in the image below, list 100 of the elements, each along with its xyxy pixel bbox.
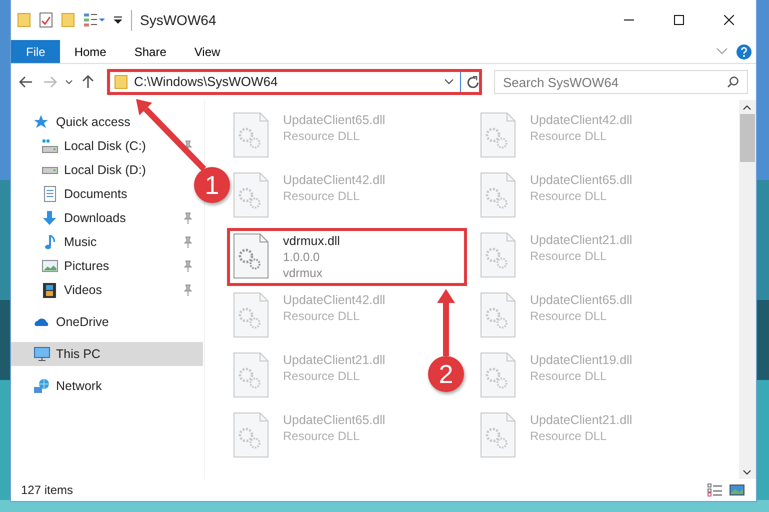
- file-name: UpdateClient21.dll: [283, 352, 386, 368]
- dll-file-icon: [233, 172, 269, 218]
- file-name: UpdateClient21.dll: [530, 232, 632, 248]
- file-name: UpdateClient19.dll: [530, 352, 632, 368]
- file-detail: Resource DLL: [530, 128, 608, 144]
- expand-ribbon-icon[interactable]: [716, 48, 728, 55]
- nav-label: Network: [56, 378, 102, 395]
- file-detail: Resource DLL: [283, 308, 361, 324]
- file-item[interactable]: vdrmux.dll 1.0.0.0 vdrmux: [227, 228, 467, 286]
- folder-icon: [114, 75, 128, 89]
- file-detail: 1.0.0.0: [283, 249, 321, 265]
- dll-file-icon: [233, 112, 269, 158]
- nav-item[interactable]: Pictures: [11, 254, 195, 278]
- properties-icon[interactable]: [39, 12, 53, 28]
- file-name: vdrmux.dll: [283, 233, 340, 249]
- dll-file-icon: [480, 412, 516, 458]
- window-title: SysWOW64: [131, 10, 216, 30]
- nav-item[interactable]: Music: [11, 230, 195, 254]
- pin-icon[interactable]: [183, 260, 193, 272]
- nav-label: Downloads: [64, 210, 126, 227]
- dll-file-icon: [233, 352, 269, 398]
- file-detail: Resource DLL: [530, 308, 608, 324]
- network-icon: [34, 379, 49, 393]
- close-icon: [724, 15, 734, 25]
- recent-locations-icon[interactable]: [65, 80, 73, 84]
- nav-item[interactable]: Quick access: [11, 110, 195, 134]
- file-name: UpdateClient42.dll: [530, 112, 632, 128]
- dll-file-icon: [233, 233, 269, 279]
- star-icon: [33, 114, 50, 130]
- pin-icon[interactable]: [183, 236, 193, 248]
- nav-item[interactable]: OneDrive: [11, 310, 195, 334]
- music-note-icon: [44, 234, 54, 250]
- nav-item[interactable]: Network: [11, 374, 195, 398]
- download-icon: [43, 211, 56, 225]
- maximize-icon: [674, 15, 684, 25]
- file-name: UpdateClient42.dll: [283, 292, 386, 308]
- nav-label: Music: [64, 234, 97, 251]
- pin-icon[interactable]: [183, 284, 193, 296]
- scrollbar-thumb[interactable]: [740, 114, 755, 162]
- picture-icon: [42, 260, 58, 272]
- file-detail: vdrmux: [283, 265, 324, 281]
- file-name: UpdateClient65.dll: [283, 112, 386, 128]
- file-name: UpdateClient65.dll: [530, 172, 632, 188]
- search-field[interactable]: Search SysWOW64: [494, 70, 748, 94]
- nav-label: Documents: [64, 186, 128, 203]
- nav-item[interactable]: Videos: [11, 278, 195, 302]
- customize-dropdown-icon[interactable]: [113, 16, 123, 24]
- file-name: UpdateClient42.dll: [283, 172, 386, 188]
- film-icon: [43, 282, 56, 298]
- nav-label: This PC: [56, 346, 100, 363]
- ribbon-tab[interactable]: Home: [60, 40, 120, 63]
- file-detail: Resource DLL: [283, 368, 361, 384]
- file-menu-button[interactable]: File: [11, 40, 60, 63]
- arrow: [437, 289, 455, 356]
- dll-file-icon: [480, 352, 516, 398]
- view-menu-icon[interactable]: [83, 13, 105, 27]
- ribbon-tab[interactable]: Share: [120, 40, 180, 63]
- file-name: UpdateClient65.dll: [283, 412, 386, 428]
- scrollbar[interactable]: [739, 100, 756, 479]
- file-detail: Resource DLL: [530, 428, 608, 444]
- pin-icon[interactable]: [183, 212, 193, 224]
- nav-label: Local Disk (D:): [64, 162, 146, 179]
- ribbon-tab[interactable]: View: [180, 40, 234, 63]
- dll-file-icon: [233, 292, 269, 338]
- address-bar[interactable]: C:\Windows\SysWOW64: [107, 69, 482, 95]
- computer-icon: [34, 347, 50, 361]
- file-detail: Resource DLL: [283, 128, 361, 144]
- file-detail: Resource DLL: [283, 188, 361, 204]
- dll-file-icon: [480, 232, 516, 278]
- nav-item[interactable]: Local Disk (D:): [11, 158, 195, 182]
- file-name: UpdateClient21.dll: [530, 412, 632, 428]
- dll-file-icon: [480, 112, 516, 158]
- scroll-up-icon[interactable]: [743, 105, 751, 110]
- scroll-down-icon[interactable]: [743, 470, 751, 475]
- file-detail: Resource DLL: [530, 368, 608, 384]
- nav-item[interactable]: This PC: [11, 342, 203, 366]
- minimize-icon: [624, 19, 634, 21]
- dropdown-icon[interactable]: [444, 79, 454, 85]
- nav-label: Videos: [64, 282, 102, 299]
- nav-item[interactable]: Documents: [11, 182, 195, 206]
- dll-file-icon: [480, 292, 516, 338]
- cloud-icon: [34, 318, 49, 326]
- nav-item[interactable]: Downloads: [11, 206, 195, 230]
- nav-label: OneDrive: [56, 314, 109, 331]
- search-icon[interactable]: [727, 76, 739, 88]
- file-name: UpdateClient65.dll: [530, 292, 632, 308]
- document-icon: [44, 186, 56, 202]
- file-detail: Resource DLL: [283, 428, 361, 444]
- nav-label: Quick access: [56, 114, 130, 131]
- file-detail: Resource DLL: [530, 188, 608, 204]
- drive-icon: [42, 166, 58, 174]
- dll-file-icon: [233, 412, 269, 458]
- refresh-icon[interactable]: [467, 76, 479, 88]
- drive-icon: [42, 139, 58, 153]
- nav-label: Pictures: [64, 258, 110, 275]
- item-count: 127 items: [21, 482, 74, 499]
- nav-item[interactable]: Local Disk (C:): [11, 134, 195, 158]
- dll-file-icon: [480, 172, 516, 218]
- file-detail: Resource DLL: [530, 248, 608, 264]
- help-icon[interactable]: [736, 44, 752, 60]
